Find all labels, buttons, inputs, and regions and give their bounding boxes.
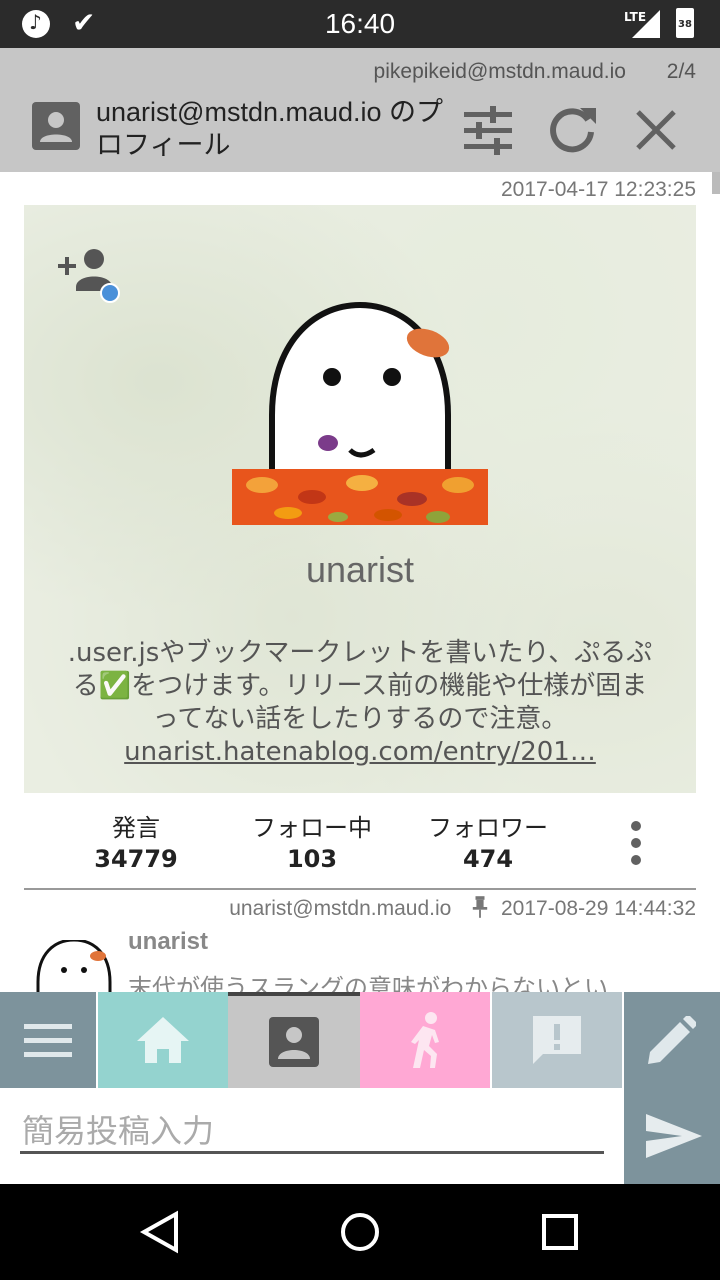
post-account: unarist@mstdn.maud.io: [229, 897, 452, 920]
quick-post-input[interactable]: [20, 1110, 604, 1154]
profile-bio: .user.jsやブックマークレットを書いたり、ぷるぷる✅をつけます。リリース前…: [64, 637, 656, 769]
home-icon: [137, 1017, 189, 1063]
tab-compose[interactable]: [624, 992, 720, 1088]
stat-value: 34779: [94, 845, 178, 873]
filter-settings-button[interactable]: [460, 102, 516, 158]
send-icon: [646, 1114, 702, 1158]
column-header: pikepikeid@mstdn.maud.io 2/4 unarist@mst…: [0, 48, 720, 172]
add-person-icon: [58, 249, 120, 303]
back-icon: [139, 1210, 178, 1254]
header-account: pikepikeid@mstdn.maud.io: [373, 60, 626, 83]
tab-menu[interactable]: [0, 992, 96, 1088]
stat-label: フォロー中: [252, 814, 372, 842]
stat-value: 103: [286, 845, 338, 873]
run-icon: [411, 1012, 439, 1068]
post-author: unarist: [128, 928, 209, 955]
bio-link[interactable]: unarist.hatenablog.com/entry/201…: [124, 736, 596, 769]
profile-icon: [32, 102, 80, 150]
more-options-button[interactable]: [612, 818, 660, 868]
profile-content[interactable]: 2017-04-17 12:23:25 unarist .user.jsやブック…: [0, 172, 720, 992]
reload-button[interactable]: [544, 102, 600, 158]
stat-following[interactable]: フォロー中 103: [232, 808, 392, 873]
sliders-icon: [464, 106, 512, 155]
profile-stats: 発言 34779 フォロー中 103 フォロワー 474: [24, 808, 696, 878]
page-indicator: 2/4: [666, 60, 696, 83]
follow-button[interactable]: [56, 243, 122, 303]
quick-post-area: [0, 1088, 624, 1184]
divider: [24, 888, 696, 890]
send-button[interactable]: [624, 1088, 720, 1184]
post-text: 末代が使うスラングの意味がわからないとい: [128, 974, 608, 992]
menu-icon: [24, 1024, 72, 1057]
tab-bar: [0, 992, 720, 1088]
stat-posts[interactable]: 発言 34779: [76, 808, 196, 873]
account-box-icon: [269, 1017, 319, 1067]
post-meta: unarist@mstdn.maud.io 2017-08-29 14:44:3…: [229, 896, 696, 921]
bio-text: .user.jsやブックマークレットを書いたり、ぷるぷる✅をつけます。リリース前…: [67, 638, 653, 734]
page-title: unarist@mstdn.maud.io のプロフィール: [96, 97, 444, 160]
status-bar: ✔ 16:40 LTE 38: [0, 0, 720, 48]
stat-followers[interactable]: フォロワー 474: [408, 808, 568, 873]
profile-date: 2017-04-17 12:23:25: [501, 178, 696, 201]
tab-home[interactable]: [98, 992, 228, 1088]
stat-label: フォロワー: [428, 814, 548, 842]
pin-icon: [472, 896, 488, 918]
back-button[interactable]: [136, 1208, 184, 1256]
post-date: 2017-08-29 14:44:32: [501, 897, 696, 920]
stat-label: 発言: [112, 814, 160, 842]
home-button[interactable]: [336, 1208, 384, 1256]
tab-activity[interactable]: [360, 992, 490, 1088]
display-name: unarist: [305, 549, 415, 590]
battery-icon: 38: [676, 8, 694, 38]
scrollbar[interactable]: [712, 172, 720, 194]
close-icon: [636, 110, 676, 150]
refresh-icon: [550, 108, 596, 153]
signal-icon: [632, 10, 660, 38]
status-time: 16:40: [324, 8, 396, 39]
more-vert-icon: [631, 821, 641, 865]
profile-card: unarist .user.jsやブックマークレットを書いたり、ぷるぷる✅をつけ…: [24, 205, 696, 793]
recents-button[interactable]: [536, 1208, 584, 1256]
stat-value: 474: [462, 845, 514, 873]
home-circle-icon: [341, 1213, 379, 1251]
close-button[interactable]: [628, 102, 684, 158]
alert-message-icon: [533, 1016, 581, 1064]
pencil-icon: [648, 1016, 696, 1064]
recents-icon: [542, 1214, 578, 1250]
tab-profile[interactable]: [228, 992, 360, 1088]
avatar[interactable]: [232, 285, 488, 528]
system-nav-bar: [0, 1184, 720, 1280]
tab-notifications[interactable]: [492, 992, 622, 1088]
post-avatar[interactable]: [34, 938, 114, 992]
